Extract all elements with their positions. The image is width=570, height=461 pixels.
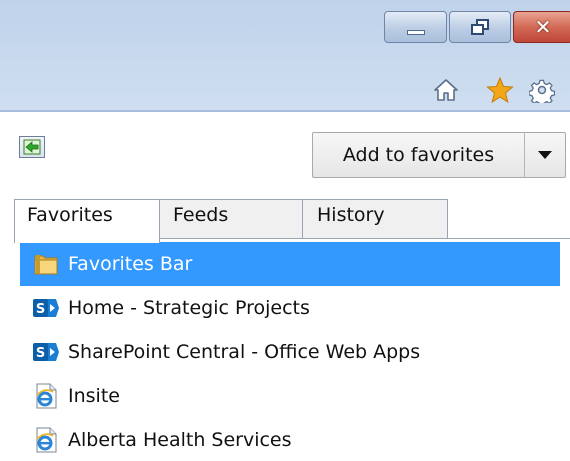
favorites-center: Add to favorites Favorites Feeds History… (0, 114, 570, 461)
star-icon (486, 76, 514, 104)
list-item-label: Insite (68, 385, 120, 407)
svg-text:S: S (36, 346, 45, 361)
tools-button[interactable] (528, 76, 556, 104)
list-item[interactable]: S Home - Strategic Projects (20, 286, 560, 330)
list-item-label: SharePoint Central - Office Web Apps (68, 341, 421, 363)
minimize-icon (406, 29, 425, 35)
list-item[interactable]: S SharePoint Central - Office Web Apps (20, 330, 560, 374)
tab-favorites[interactable]: Favorites (14, 199, 160, 243)
ie-page-icon (32, 382, 60, 410)
add-to-favorites-dropdown[interactable] (525, 133, 565, 177)
restore-button[interactable] (449, 11, 511, 43)
chevron-down-icon (538, 151, 552, 159)
sharepoint-icon: S (32, 294, 60, 322)
window-chrome: ✕ (0, 0, 570, 112)
pin-favorites-center-button[interactable] (19, 136, 45, 158)
ie-page-icon (32, 426, 60, 454)
tab-feeds[interactable]: Feeds (158, 199, 304, 239)
home-icon (434, 79, 458, 101)
home-button[interactable] (432, 76, 460, 104)
restore-icon (470, 18, 490, 36)
add-to-favorites-button[interactable]: Add to favorites (313, 133, 525, 177)
pin-arrow-icon (23, 139, 41, 155)
list-item-label: Favorites Bar (68, 253, 193, 275)
favorites-tabs: Favorites Feeds History (14, 199, 570, 243)
folder-icon (32, 250, 60, 278)
gear-icon (529, 79, 555, 103)
svg-text:S: S (36, 302, 45, 317)
list-item[interactable]: Insite (20, 374, 560, 418)
list-item-label: Alberta Health Services (68, 429, 292, 451)
close-icon: ✕ (534, 15, 552, 39)
list-item[interactable]: Favorites Bar (20, 242, 560, 286)
minimize-button[interactable] (384, 11, 447, 43)
close-button[interactable]: ✕ (513, 11, 570, 43)
list-item-label: Home - Strategic Projects (68, 297, 310, 319)
sharepoint-icon: S (32, 338, 60, 366)
favorites-button[interactable] (486, 76, 514, 104)
tab-history[interactable]: History (302, 199, 448, 239)
favorites-list: Favorites Bar S Home - Strategic Project… (20, 242, 560, 461)
add-to-favorites-split-button: Add to favorites (312, 132, 566, 178)
list-item[interactable]: Alberta Health Services (20, 418, 560, 461)
